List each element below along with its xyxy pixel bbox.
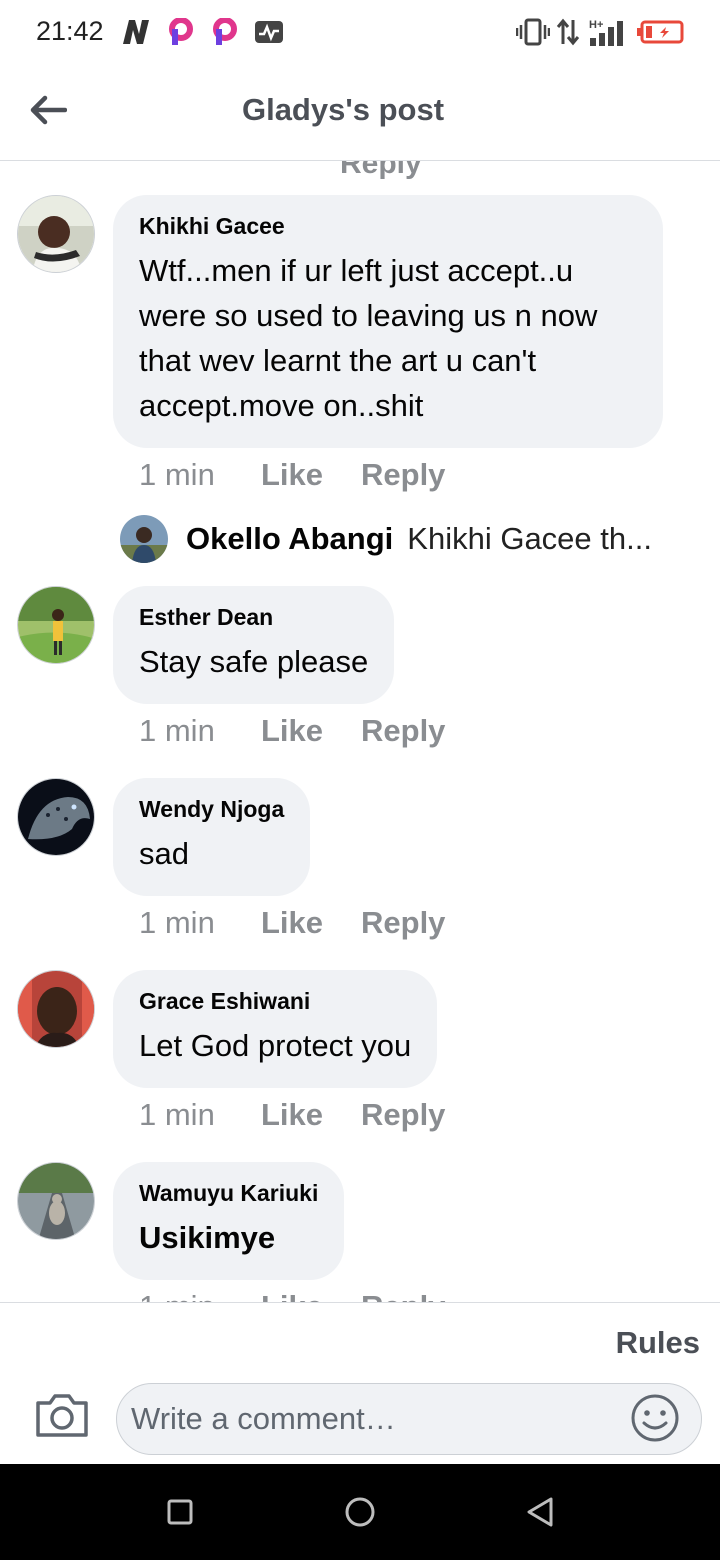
comment-text: Let God protect you: [139, 1028, 412, 1063]
comment-composer: Rules: [0, 1302, 720, 1464]
comment-time: 1 min: [139, 457, 215, 492]
comment-time: 1 min: [139, 1289, 261, 1302]
comment-actions: 1 min Like Reply: [139, 1097, 445, 1133]
avatar: [120, 515, 168, 563]
reply-author: Okello Abangi: [186, 521, 394, 556]
comment-author[interactable]: Esther Dean: [139, 604, 368, 631]
emoji-button[interactable]: [630, 1393, 680, 1443]
reply-button[interactable]: Reply: [361, 905, 445, 941]
comment-bubble: Esther Dean Stay safe please: [113, 586, 395, 704]
like-button[interactable]: Like: [261, 1289, 361, 1302]
reply-button[interactable]: Reply: [361, 1289, 445, 1302]
avatar[interactable]: [17, 1162, 95, 1240]
reply-button[interactable]: Reply: [361, 457, 445, 493]
avatar[interactable]: [17, 778, 95, 856]
reply-button[interactable]: Reply: [361, 1097, 445, 1133]
comment-time: 1 min: [139, 905, 215, 940]
data-arrows-icon: [556, 18, 580, 51]
post-header: Gladys's post: [0, 64, 720, 161]
recents-button[interactable]: [160, 1492, 200, 1532]
reply-preview[interactable]: Okello Abangi Khikhi Gacee th...: [120, 515, 680, 563]
comment-bubble: Khikhi Gacee Wtf...men if ur left just a…: [113, 195, 663, 448]
rules-link[interactable]: Rules: [616, 1325, 700, 1361]
avatar[interactable]: [17, 586, 95, 664]
comments-list[interactable]: Reply Khikhi Gacee Wtf...men if ur left …: [0, 161, 720, 1302]
comment-text: Usikimye: [139, 1220, 276, 1255]
avatar[interactable]: [17, 195, 95, 273]
picsart-icon: [212, 17, 238, 51]
signal-icon: H+: [588, 18, 626, 53]
comment-author[interactable]: Wamuyu Kariuki: [139, 1180, 318, 1207]
camera-icon: [36, 1394, 88, 1437]
back-triangle-icon: [527, 1497, 553, 1527]
comment-actions: 1 min Like Reply: [139, 905, 445, 941]
like-button[interactable]: Like: [261, 457, 361, 493]
netflix-icon: [120, 18, 152, 51]
status-time: 21:42: [36, 16, 104, 46]
comment-time: 1 min: [139, 713, 215, 748]
comment-bubble: Wamuyu Kariuki Usikimye: [113, 1162, 345, 1280]
activity-icon: [254, 18, 284, 51]
comment-text: Stay safe please: [139, 644, 369, 679]
avatar[interactable]: [17, 970, 95, 1048]
comment-input[interactable]: [116, 1383, 702, 1455]
battery-low-icon: [636, 18, 686, 51]
home-button[interactable]: [340, 1492, 380, 1532]
comment-text: Wtf...men if ur left just accept..u were…: [139, 253, 598, 423]
comment-actions: 1 min Like Reply: [139, 713, 445, 749]
back-nav-button[interactable]: [520, 1492, 560, 1532]
vibrate-icon: [515, 18, 551, 51]
smiley-icon: [631, 1394, 679, 1442]
system-nav-bar: [0, 1464, 720, 1560]
home-circle-icon: [345, 1497, 375, 1527]
comment-actions: 1 min Like Reply: [139, 1289, 445, 1302]
network-type: H+: [589, 19, 603, 31]
reply-snippet: Khikhi Gacee th...: [407, 521, 652, 556]
comment-author[interactable]: Grace Eshiwani: [139, 988, 411, 1015]
camera-button[interactable]: [34, 1391, 90, 1439]
like-button[interactable]: Like: [261, 1097, 361, 1133]
picsart-icon: [168, 17, 194, 51]
like-button[interactable]: Like: [261, 713, 361, 749]
reply-button[interactable]: Reply: [361, 713, 445, 749]
comment-time: 1 min: [139, 1097, 215, 1132]
recents-square-icon: [167, 1499, 193, 1525]
comment-bubble: Wendy Njoga sad: [113, 778, 311, 896]
comment-author[interactable]: Khikhi Gacee: [139, 213, 637, 240]
comment-text: sad: [139, 836, 189, 871]
comment-bubble: Grace Eshiwani Let God protect you: [113, 970, 438, 1088]
comment-reply-link[interactable]: Reply: [340, 161, 422, 181]
comment-actions: 1 min Like Reply: [139, 457, 445, 493]
status-bar: 21:42 H+: [0, 0, 720, 64]
page-title: Gladys's post: [241, 92, 445, 127]
like-button[interactable]: Like: [261, 905, 361, 941]
comment-author[interactable]: Wendy Njoga: [139, 796, 284, 823]
